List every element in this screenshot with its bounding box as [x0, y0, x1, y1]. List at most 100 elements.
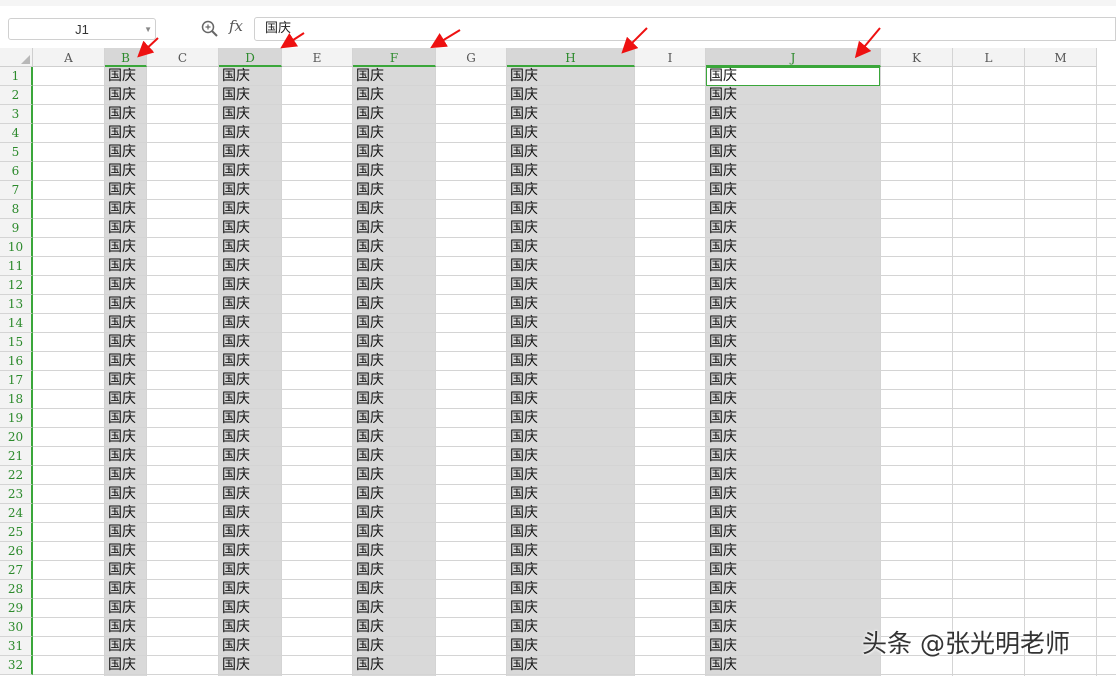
cell-b28[interactable]: 国庆: [105, 580, 147, 599]
cell-f5[interactable]: 国庆: [353, 143, 436, 162]
cell-h8[interactable]: 国庆: [507, 200, 635, 219]
cell-b20[interactable]: 国庆: [105, 428, 147, 447]
cell-f18[interactable]: 国庆: [353, 390, 436, 409]
cell-b15[interactable]: 国庆: [105, 333, 147, 352]
column-header-d[interactable]: D: [219, 48, 282, 67]
cell-d30[interactable]: 国庆: [219, 618, 282, 637]
cell-f16[interactable]: 国庆: [353, 352, 436, 371]
cell-h4[interactable]: 国庆: [507, 124, 635, 143]
column-header-l[interactable]: L: [953, 48, 1025, 67]
cell-f20[interactable]: 国庆: [353, 428, 436, 447]
row-header-25[interactable]: 25: [0, 523, 33, 542]
cell-j7[interactable]: 国庆: [706, 181, 881, 200]
cell-h28[interactable]: 国庆: [507, 580, 635, 599]
row-header-17[interactable]: 17: [0, 371, 33, 390]
cell-f17[interactable]: 国庆: [353, 371, 436, 390]
cell-b26[interactable]: 国庆: [105, 542, 147, 561]
cell-h6[interactable]: 国庆: [507, 162, 635, 181]
cell-f25[interactable]: 国庆: [353, 523, 436, 542]
cell-j4[interactable]: 国庆: [706, 124, 881, 143]
cell-b10[interactable]: 国庆: [105, 238, 147, 257]
cell-f2[interactable]: 国庆: [353, 86, 436, 105]
cell-d21[interactable]: 国庆: [219, 447, 282, 466]
cell-d6[interactable]: 国庆: [219, 162, 282, 181]
cell-j10[interactable]: 国庆: [706, 238, 881, 257]
cell-j6[interactable]: 国庆: [706, 162, 881, 181]
column-header-e[interactable]: E: [282, 48, 353, 67]
cell-h18[interactable]: 国庆: [507, 390, 635, 409]
cell-h14[interactable]: 国庆: [507, 314, 635, 333]
row-header-26[interactable]: 26: [0, 542, 33, 561]
column-header-k[interactable]: K: [881, 48, 953, 67]
cell-d31[interactable]: 国庆: [219, 637, 282, 656]
row-header-23[interactable]: 23: [0, 485, 33, 504]
cell-f28[interactable]: 国庆: [353, 580, 436, 599]
cell-b21[interactable]: 国庆: [105, 447, 147, 466]
cell-j21[interactable]: 国庆: [706, 447, 881, 466]
cell-h13[interactable]: 国庆: [507, 295, 635, 314]
row-header-8[interactable]: 8: [0, 200, 33, 219]
column-header-m[interactable]: M: [1025, 48, 1097, 67]
cell-j26[interactable]: 国庆: [706, 542, 881, 561]
cell-b19[interactable]: 国庆: [105, 409, 147, 428]
cell-f9[interactable]: 国庆: [353, 219, 436, 238]
cell-d2[interactable]: 国庆: [219, 86, 282, 105]
cell-f21[interactable]: 国庆: [353, 447, 436, 466]
cell-d11[interactable]: 国庆: [219, 257, 282, 276]
cell-f24[interactable]: 国庆: [353, 504, 436, 523]
cell-h7[interactable]: 国庆: [507, 181, 635, 200]
cell-j29[interactable]: 国庆: [706, 599, 881, 618]
column-header-c[interactable]: C: [147, 48, 219, 67]
cell-f32[interactable]: 国庆: [353, 656, 436, 675]
row-header-1[interactable]: 1: [0, 67, 33, 86]
cell-h10[interactable]: 国庆: [507, 238, 635, 257]
cell-h15[interactable]: 国庆: [507, 333, 635, 352]
column-header-b[interactable]: B: [105, 48, 147, 67]
row-header-9[interactable]: 9: [0, 219, 33, 238]
cell-f26[interactable]: 国庆: [353, 542, 436, 561]
cell-f19[interactable]: 国庆: [353, 409, 436, 428]
cell-b23[interactable]: 国庆: [105, 485, 147, 504]
cell-f29[interactable]: 国庆: [353, 599, 436, 618]
row-header-12[interactable]: 12: [0, 276, 33, 295]
cell-h5[interactable]: 国庆: [507, 143, 635, 162]
cell-f15[interactable]: 国庆: [353, 333, 436, 352]
cell-d27[interactable]: 国庆: [219, 561, 282, 580]
cell-d9[interactable]: 国庆: [219, 219, 282, 238]
cell-f7[interactable]: 国庆: [353, 181, 436, 200]
row-header-3[interactable]: 3: [0, 105, 33, 124]
cell-b12[interactable]: 国庆: [105, 276, 147, 295]
row-header-31[interactable]: 31: [0, 637, 33, 656]
cell-j25[interactable]: 国庆: [706, 523, 881, 542]
row-header-27[interactable]: 27: [0, 561, 33, 580]
cell-f30[interactable]: 国庆: [353, 618, 436, 637]
cell-j19[interactable]: 国庆: [706, 409, 881, 428]
cell-f10[interactable]: 国庆: [353, 238, 436, 257]
cell-h21[interactable]: 国庆: [507, 447, 635, 466]
cell-h31[interactable]: 国庆: [507, 637, 635, 656]
row-header-16[interactable]: 16: [0, 352, 33, 371]
cell-h1[interactable]: 国庆: [507, 67, 635, 86]
cell-d18[interactable]: 国庆: [219, 390, 282, 409]
row-header-22[interactable]: 22: [0, 466, 33, 485]
column-header-g[interactable]: G: [436, 48, 507, 67]
cell-h9[interactable]: 国庆: [507, 219, 635, 238]
cell-b18[interactable]: 国庆: [105, 390, 147, 409]
cell-j8[interactable]: 国庆: [706, 200, 881, 219]
cell-j12[interactable]: 国庆: [706, 276, 881, 295]
column-header-h[interactable]: H: [507, 48, 635, 67]
cell-h29[interactable]: 国庆: [507, 599, 635, 618]
cell-f1[interactable]: 国庆: [353, 67, 436, 86]
cell-j31[interactable]: 国庆: [706, 637, 881, 656]
column-header-i[interactable]: I: [635, 48, 706, 67]
cell-j22[interactable]: 国庆: [706, 466, 881, 485]
formula-input[interactable]: 国庆: [254, 17, 1116, 41]
cell-d14[interactable]: 国庆: [219, 314, 282, 333]
row-header-10[interactable]: 10: [0, 238, 33, 257]
cell-d22[interactable]: 国庆: [219, 466, 282, 485]
row-header-7[interactable]: 7: [0, 181, 33, 200]
column-header-a[interactable]: A: [33, 48, 105, 67]
cell-b2[interactable]: 国庆: [105, 86, 147, 105]
cell-h17[interactable]: 国庆: [507, 371, 635, 390]
cell-d15[interactable]: 国庆: [219, 333, 282, 352]
